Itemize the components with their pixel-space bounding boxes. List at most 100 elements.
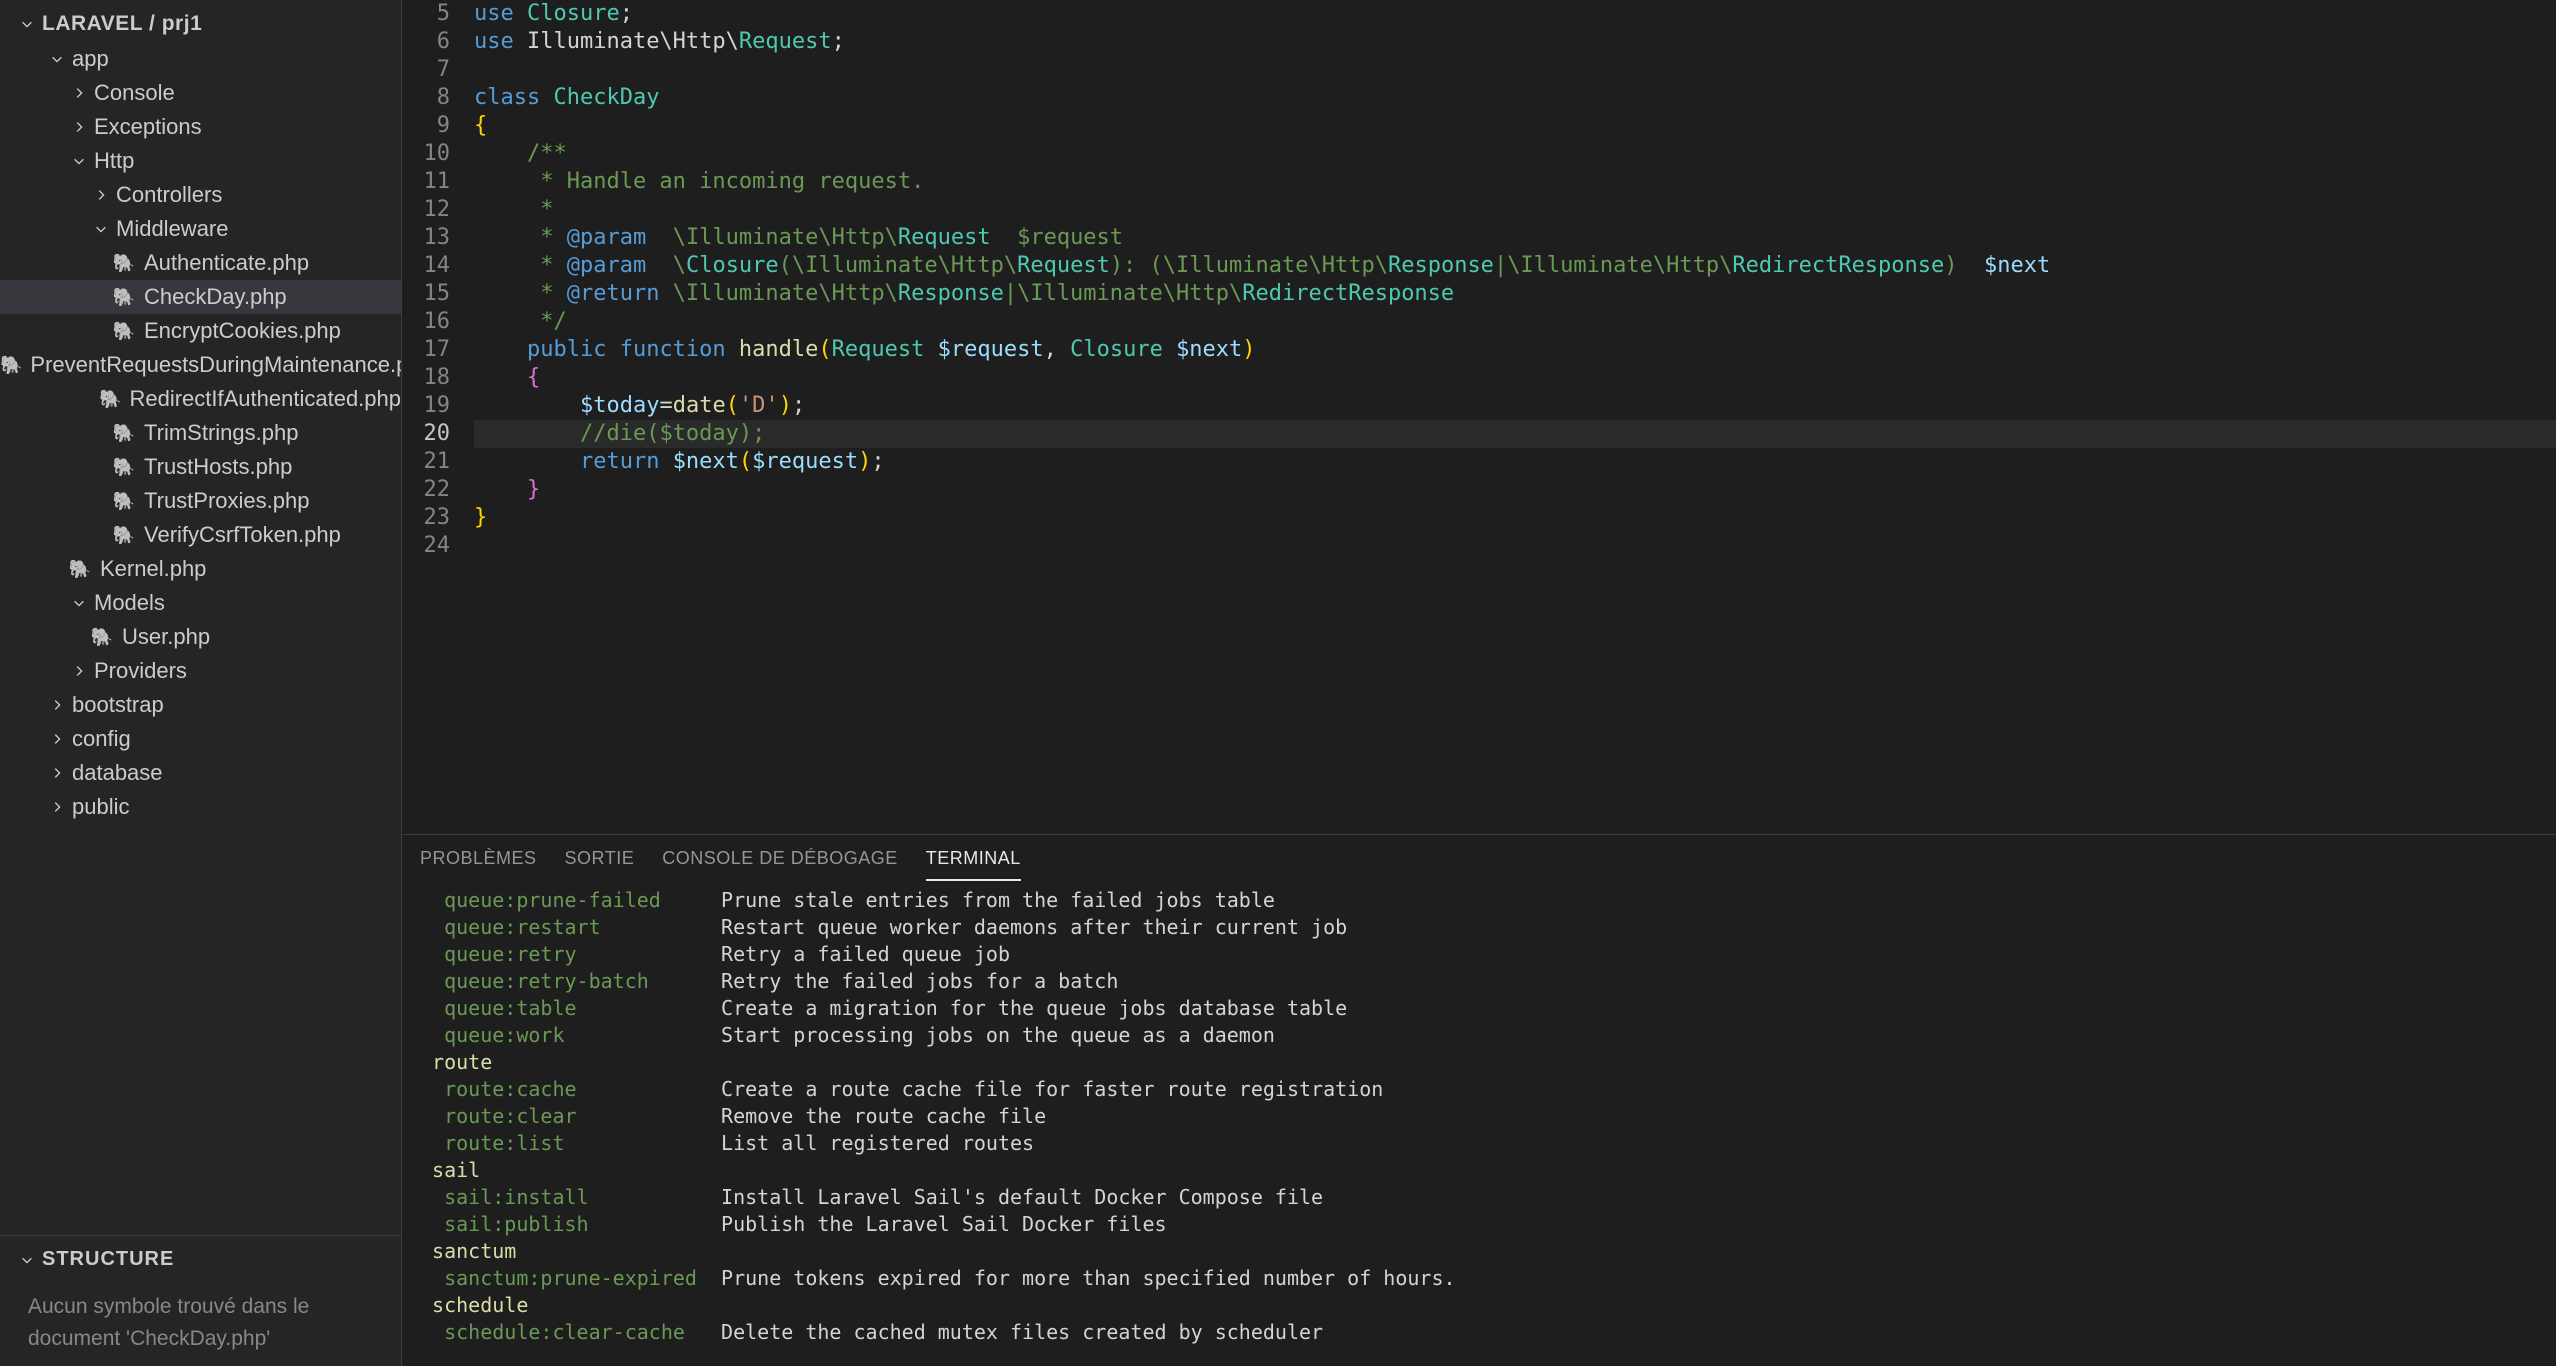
php-file-icon: 🐘: [0, 353, 22, 377]
editor-area: 56789101112131415161718192021222324 use …: [402, 0, 2556, 1366]
folder-item[interactable]: database: [0, 756, 401, 790]
file-item[interactable]: 🐘CheckDay.php: [0, 280, 401, 314]
panel-tab[interactable]: PROBLÈMES: [420, 838, 537, 881]
terminal-line: queue:table Create a migration for the q…: [420, 995, 2538, 1022]
tree-item-label: Authenticate.php: [144, 250, 309, 276]
chevron-down-icon: [68, 150, 90, 172]
php-file-icon: 🐘: [112, 523, 136, 547]
terminal-output[interactable]: queue:prune-failed Prune stale entries f…: [402, 883, 2556, 1366]
file-item[interactable]: 🐘TrimStrings.php: [0, 416, 401, 450]
terminal-line: sail:publish Publish the Laravel Sail Do…: [420, 1211, 2538, 1238]
php-file-icon: 🐘: [112, 285, 136, 309]
folder-item[interactable]: Exceptions: [0, 110, 401, 144]
code-line[interactable]: */: [474, 308, 2556, 336]
code-line[interactable]: [474, 532, 2556, 560]
code-line[interactable]: * @param \Illuminate\Http\Request $reque…: [474, 224, 2556, 252]
line-number: 7: [402, 56, 450, 84]
line-number: 6: [402, 28, 450, 56]
code-line[interactable]: [474, 56, 2556, 84]
code-line[interactable]: /**: [474, 140, 2556, 168]
code-line[interactable]: use Illuminate\Http\Request;: [474, 28, 2556, 56]
file-item[interactable]: 🐘 VerifyCsrfToken.php: [0, 518, 401, 552]
line-number: 15: [402, 280, 450, 308]
folder-item[interactable]: public: [0, 790, 401, 824]
tree-item-label: PreventRequestsDuringMaintenance.php: [30, 352, 401, 378]
file-item[interactable]: 🐘Authenticate.php: [0, 246, 401, 280]
structure-label: STRUCTURE: [42, 1248, 174, 1271]
tree-item-label: bootstrap: [72, 692, 164, 718]
panel-tab[interactable]: CONSOLE DE DÉBOGAGE: [662, 838, 898, 881]
code-line[interactable]: {: [474, 112, 2556, 140]
code-content[interactable]: use Closure;use Illuminate\Http\Request;…: [474, 0, 2556, 834]
php-file-icon: 🐘: [112, 489, 136, 513]
explorer-section: LARAVEL / prj1 appConsoleExceptionsHttp C…: [0, 0, 401, 1235]
line-number: 13: [402, 224, 450, 252]
file-item[interactable]: 🐘TrustProxies.php: [0, 484, 401, 518]
line-number: 24: [402, 532, 450, 560]
code-line[interactable]: }: [474, 504, 2556, 532]
terminal-line: route: [420, 1049, 2538, 1076]
folder-item[interactable]: bootstrap: [0, 688, 401, 722]
folder-item[interactable]: config: [0, 722, 401, 756]
folder-item[interactable]: Middleware: [0, 212, 401, 246]
structure-empty-message: Aucun symbole trouvé dans le document 'C…: [0, 1279, 401, 1366]
panel-tab[interactable]: TERMINAL: [926, 838, 1021, 881]
code-line[interactable]: *: [474, 196, 2556, 224]
terminal-line: sail: [420, 1157, 2538, 1184]
file-item[interactable]: 🐘 Kernel.php: [0, 552, 401, 586]
explorer-root-header[interactable]: LARAVEL / prj1: [0, 6, 401, 42]
line-number: 16: [402, 308, 450, 336]
structure-header[interactable]: STRUCTURE: [0, 1240, 401, 1279]
line-number: 18: [402, 364, 450, 392]
php-file-icon: 🐘: [112, 455, 136, 479]
folder-item[interactable]: Controllers: [0, 178, 401, 212]
file-item[interactable]: 🐘RedirectIfAuthenticated.php: [0, 382, 401, 416]
line-number: 9: [402, 112, 450, 140]
line-number: 5: [402, 0, 450, 28]
code-line[interactable]: * @param \Closure(\Illuminate\Http\Reque…: [474, 252, 2556, 280]
folder-item[interactable]: app: [0, 42, 401, 76]
chevron-right-icon: [68, 82, 90, 104]
tree-item-label: VerifyCsrfToken.php: [144, 522, 341, 548]
line-number: 22: [402, 476, 450, 504]
folder-item[interactable]: Models: [0, 586, 401, 620]
tree-item-label: Middleware: [116, 216, 229, 242]
file-item[interactable]: 🐘 PreventRequestsDuringMaintenance.php: [0, 348, 401, 382]
chevron-down-icon: [16, 1249, 38, 1271]
terminal-line: sail:install Install Laravel Sail's defa…: [420, 1184, 2538, 1211]
chevron-down-icon: [46, 48, 68, 70]
folder-item[interactable]: Providers: [0, 654, 401, 688]
panel-tabs: PROBLÈMES SORTIE CONSOLE DE DÉBOGAGE TERMIN…: [402, 835, 2556, 883]
code-line[interactable]: return $next($request);: [474, 448, 2556, 476]
file-item[interactable]: 🐘EncryptCookies.php: [0, 314, 401, 348]
php-file-icon: 🐘: [68, 557, 92, 581]
php-file-icon: 🐘: [99, 387, 121, 411]
php-file-icon: 🐘: [112, 319, 136, 343]
terminal-line: route:list List all registered routes: [420, 1130, 2538, 1157]
tree-item-label: User.php: [122, 624, 210, 650]
line-number: 11: [402, 168, 450, 196]
sidebar: LARAVEL / prj1 appConsoleExceptionsHttp C…: [0, 0, 402, 1366]
code-line[interactable]: class CheckDay: [474, 84, 2556, 112]
code-line[interactable]: {: [474, 364, 2556, 392]
folder-item[interactable]: Console: [0, 76, 401, 110]
tree-item-label: Models: [94, 590, 165, 616]
terminal-line: queue:retry Retry a failed queue job: [420, 941, 2538, 968]
folder-item[interactable]: Http: [0, 144, 401, 178]
code-line[interactable]: * Handle an incoming request.: [474, 168, 2556, 196]
code-editor[interactable]: 56789101112131415161718192021222324 use …: [402, 0, 2556, 834]
code-line[interactable]: }: [474, 476, 2556, 504]
code-line[interactable]: public function handle(Request $request,…: [474, 336, 2556, 364]
bottom-panel: PROBLÈMES SORTIE CONSOLE DE DÉBOGAGE TERMIN…: [402, 834, 2556, 1366]
tree-item-label: Kernel.php: [100, 556, 206, 582]
code-line[interactable]: $today=date('D');: [474, 392, 2556, 420]
file-item[interactable]: 🐘User.php: [0, 620, 401, 654]
code-line[interactable]: //die($today);: [474, 420, 2556, 448]
tree-item-label: TrustHosts.php: [144, 454, 292, 480]
code-line[interactable]: * @return \Illuminate\Http\Response|\Ill…: [474, 280, 2556, 308]
file-item[interactable]: 🐘 TrustHosts.php: [0, 450, 401, 484]
tree-item-label: Controllers: [116, 182, 222, 208]
tree-item-label: database: [72, 760, 163, 786]
panel-tab[interactable]: SORTIE: [565, 838, 635, 881]
code-line[interactable]: use Closure;: [474, 0, 2556, 28]
